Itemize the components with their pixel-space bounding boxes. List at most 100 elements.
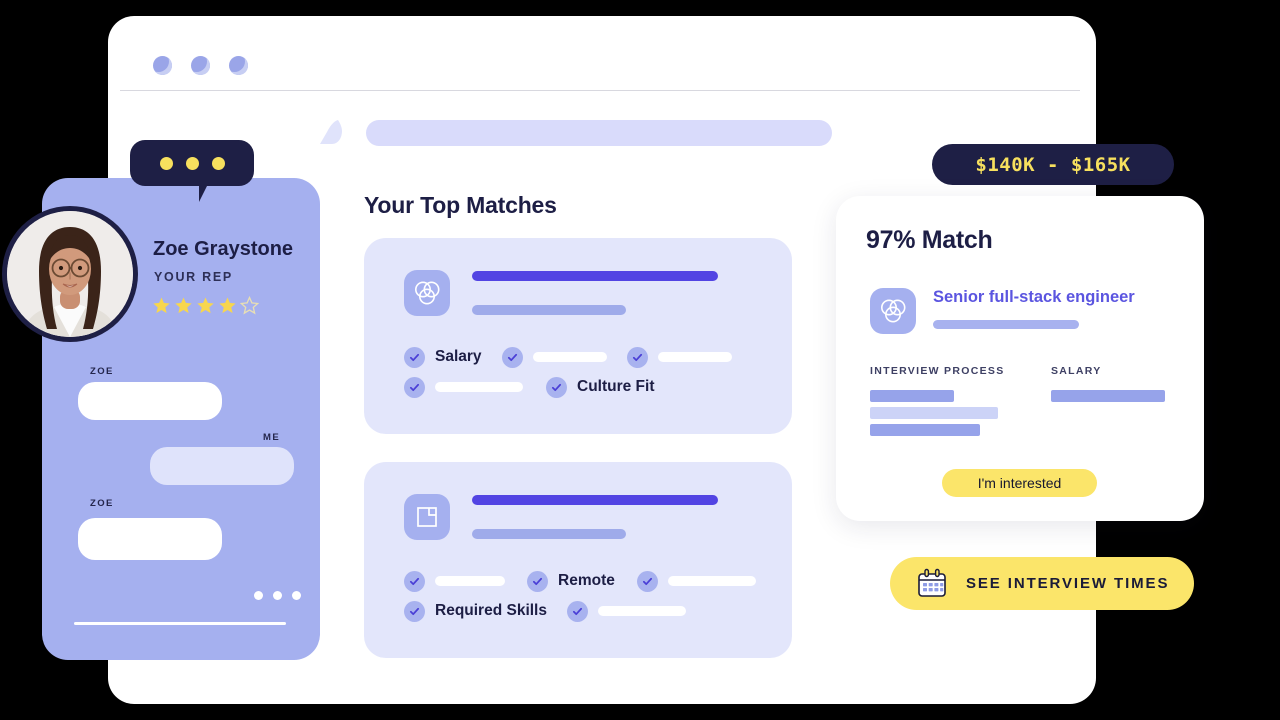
attribute-item[interactable]: Culture Fit [546,376,655,398]
attribute-label: Salary [435,348,482,365]
salary-bar [1051,390,1165,402]
calendar-icon [915,567,949,601]
avatar-photo [7,211,133,337]
bubble-tail [199,182,217,202]
match-title-placeholders [472,495,718,539]
attribute-row: Remote [404,566,756,596]
check-icon [404,346,425,368]
check-icon [527,570,548,592]
job-texts: Senior full-stack engineer [933,288,1135,329]
match-card-header [404,270,718,316]
im-interested-button[interactable]: I'm interested [942,469,1097,497]
interview-bar [870,390,954,402]
rating-stars [152,296,259,315]
chat-message-bubble[interactable] [78,518,222,560]
chat-input-line[interactable] [74,622,286,625]
check-icon [566,600,588,622]
attribute-label: Remote [558,572,615,589]
star-outline-icon [240,296,259,315]
check-icon [636,570,658,592]
layout-square-icon [404,494,450,540]
window-dot-2[interactable] [191,56,210,75]
message-sender-label: ZOE [90,498,114,509]
match-attributes: Salary Culture Fit [404,342,732,402]
typing-indicator [254,591,301,600]
typing-dot [254,591,263,600]
attribute-item[interactable] [566,600,686,622]
star-filled-icon [175,297,192,314]
window-controls [153,56,248,75]
message-sender-label: ME [263,432,281,443]
check-icon [501,346,523,368]
salary-badge-text: $140K - $165K [975,153,1131,176]
match-percent: 97% Match [866,226,993,254]
typing-dot [273,591,282,600]
attribute-item[interactable] [636,570,756,592]
window-dot-1[interactable] [153,56,172,75]
match-card[interactable]: Salary Culture Fit [364,238,792,434]
attribute-placeholder [597,606,686,616]
attribute-placeholder [657,352,732,362]
salary-badge: $140K - $165K [932,144,1174,185]
rep-name: Zoe Graystone [153,238,294,260]
typing-bubble [130,140,254,186]
attribute-row: Required Skills [404,596,756,626]
check-icon [626,346,648,368]
star-filled-icon [197,297,214,314]
star-filled-icon [153,297,170,314]
attribute-row: Culture Fit [404,372,732,402]
typing-dot [292,591,301,600]
attribute-item[interactable] [501,346,607,368]
attribute-item[interactable]: Required Skills [404,600,547,622]
attribute-item[interactable]: Salary [404,346,482,368]
match-card-header [404,494,718,540]
attribute-label: Culture Fit [577,378,655,395]
match-title-placeholders [472,271,718,315]
subtitle-bar [472,529,626,539]
venn-circles-icon [404,270,450,316]
interview-bar [870,424,980,436]
star-filled-icon [219,297,236,314]
check-icon [404,570,425,592]
attribute-label: Required Skills [435,602,547,619]
screenshot-stage: Your Top Matches Salary Culture Fit Remo… [0,0,1280,720]
attribute-row: Salary [404,342,732,372]
cta-label: SEE INTERVIEW TIMES [966,575,1170,592]
job-title: Senior full-stack engineer [933,288,1135,306]
attribute-placeholder [532,352,607,362]
attribute-placeholder [435,576,505,586]
search-input[interactable] [366,120,832,146]
page-title: Your Top Matches [364,192,557,218]
bird-logo-icon [320,120,342,144]
attribute-item[interactable] [404,376,523,398]
column-heading-interview: INTERVIEW PROCESS [870,365,1005,377]
match-attributes: Remote Required Skills [404,566,756,626]
title-bar [472,271,718,281]
attribute-placeholder [667,576,756,586]
subtitle-bar [472,305,626,315]
title-bar [472,495,718,505]
check-icon [404,600,425,622]
see-interview-times-button[interactable]: SEE INTERVIEW TIMES [890,557,1194,610]
column-heading-salary: SALARY [1051,365,1102,377]
match-card[interactable]: Remote Required Skills [364,462,792,658]
attribute-placeholder [435,382,523,392]
chat-message-bubble[interactable] [150,447,294,485]
avatar[interactable] [2,206,138,342]
rep-role: YOUR REP [154,270,233,284]
bubble-dot [159,156,173,170]
attribute-item[interactable] [626,346,732,368]
chat-message-bubble[interactable] [78,382,222,420]
message-sender-label: ZOE [90,366,114,377]
job-subtitle-bar [933,320,1079,329]
interview-bar [870,407,998,419]
check-icon [546,376,567,398]
bubble-dot [185,156,199,170]
check-icon [404,376,425,398]
attribute-item[interactable] [404,570,505,592]
venn-circles-icon [870,288,916,334]
job-summary-row: Senior full-stack engineer [870,288,1135,334]
window-dot-3[interactable] [229,56,248,75]
header-divider [120,90,1080,91]
attribute-item[interactable]: Remote [527,570,615,592]
